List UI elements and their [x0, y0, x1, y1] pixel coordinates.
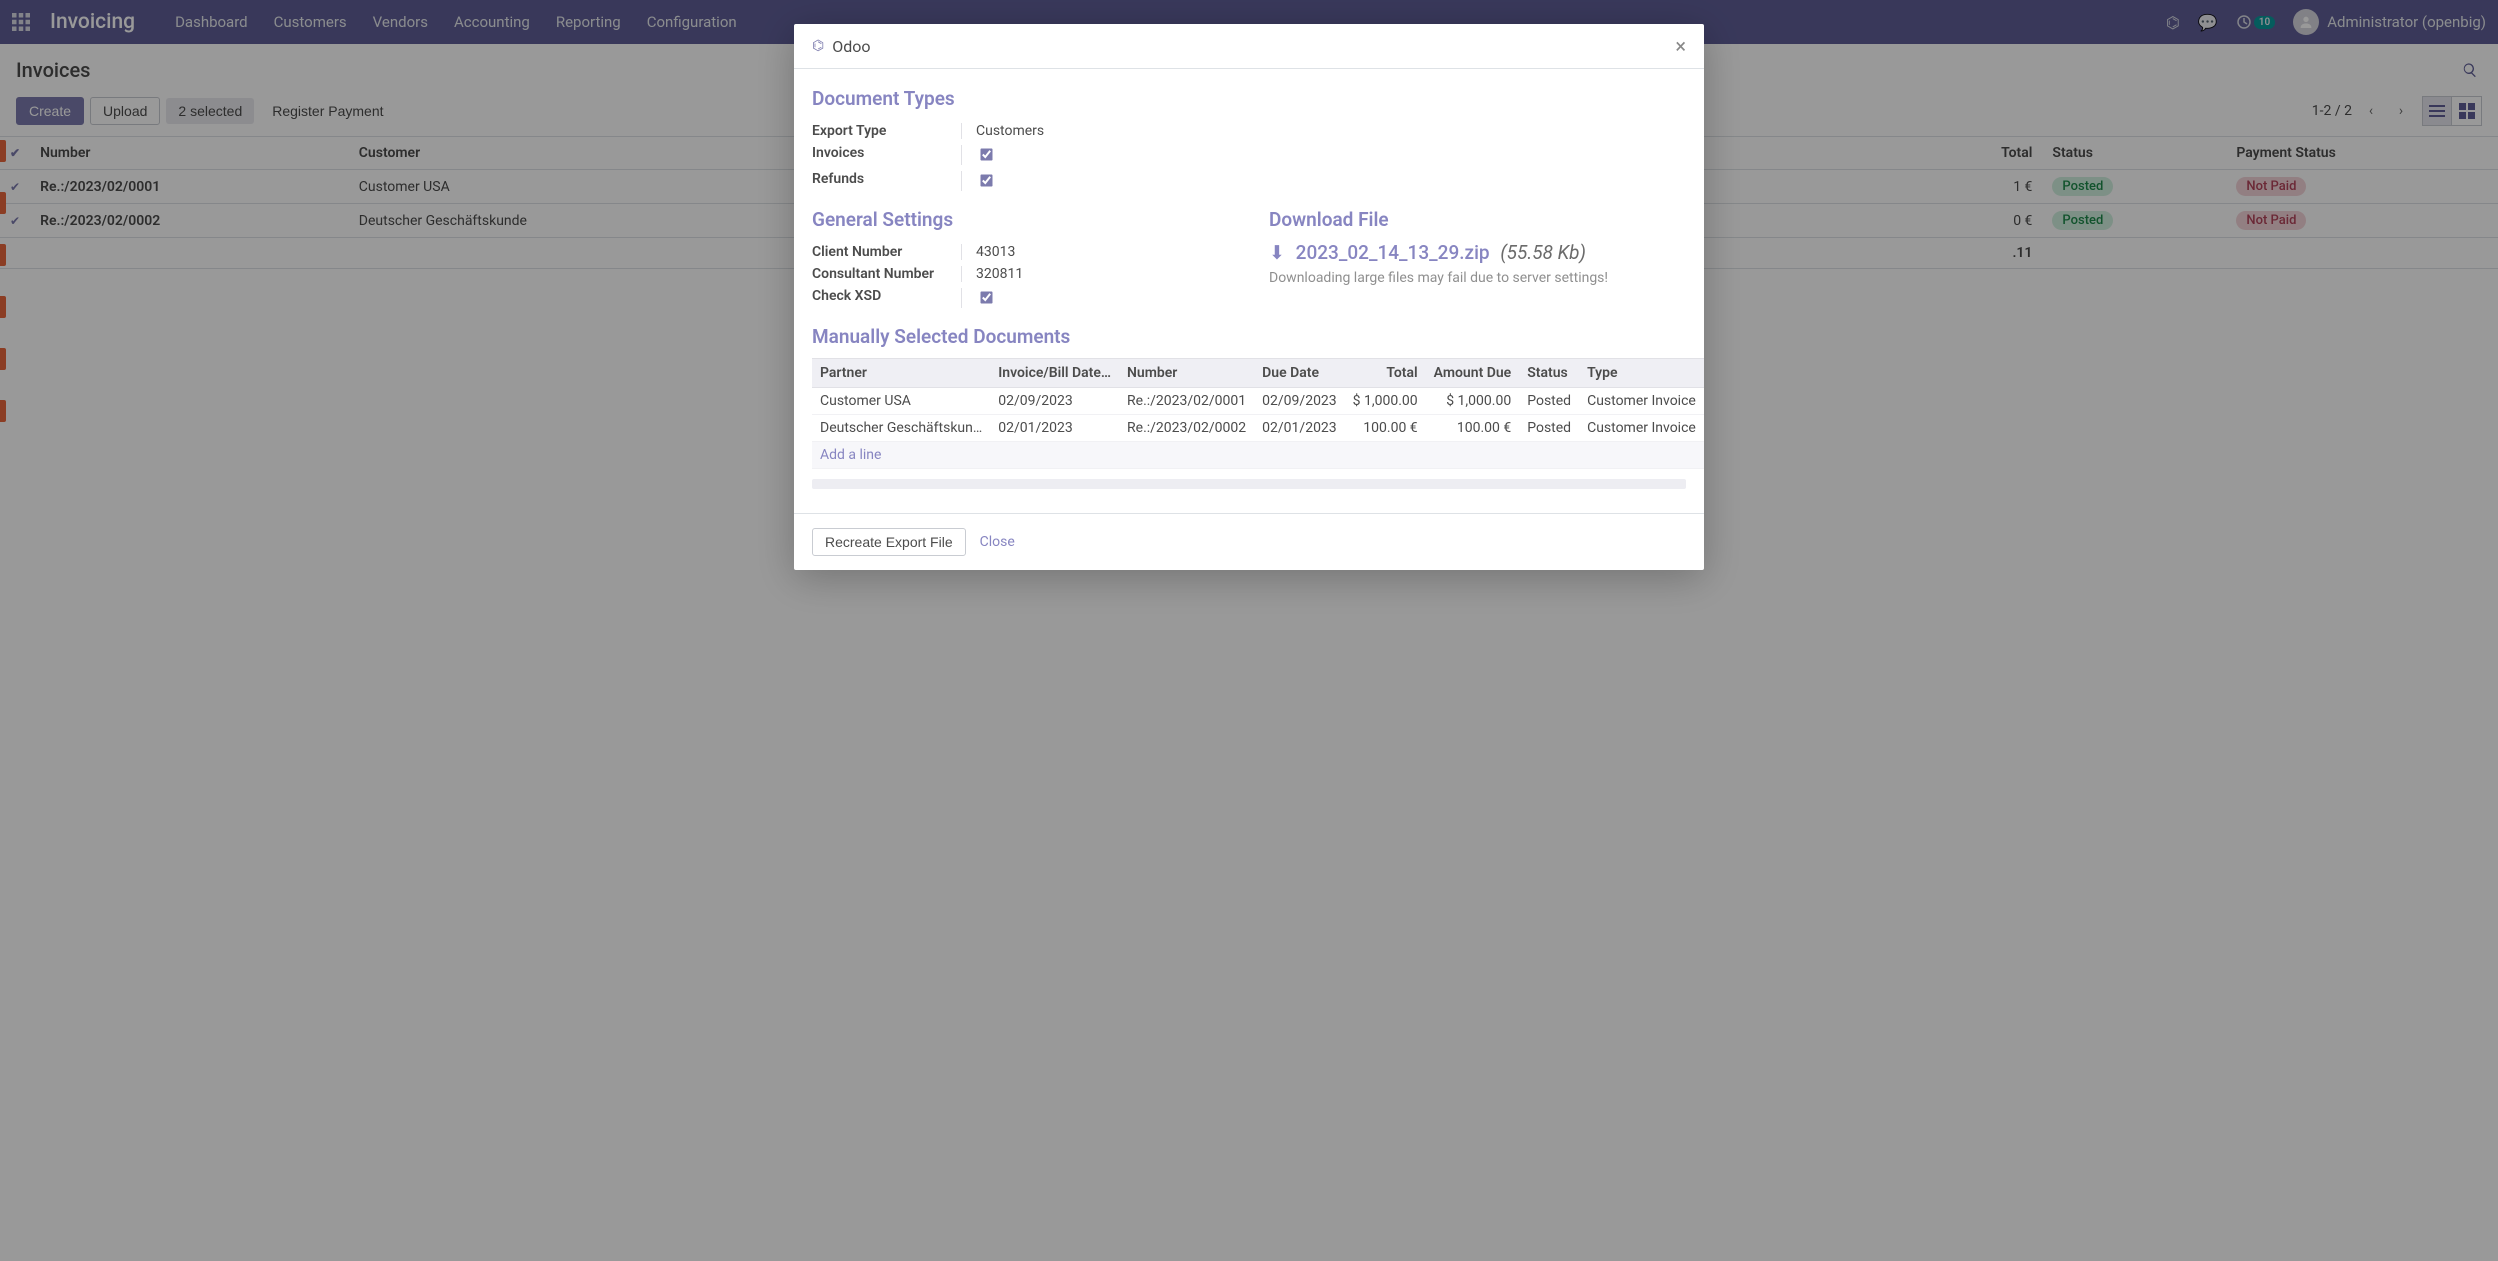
docs-col-partner[interactable]: Partner — [812, 359, 990, 388]
docs-cell-due: 02/01/2023 — [1254, 415, 1345, 442]
export-modal: ⌬ Odoo × Document Types Export Type Cust… — [794, 24, 1704, 570]
label-invoices: Invoices — [812, 145, 962, 165]
label-refunds: Refunds — [812, 171, 962, 191]
docs-cell-status: Posted — [1519, 388, 1579, 415]
label-consultant-number: Consultant Number — [812, 266, 962, 282]
docs-cell-type: Customer Invoice — [1579, 388, 1704, 415]
docs-cell-number: Re.:/2023/02/0002 — [1119, 415, 1254, 442]
modal-header: ⌬ Odoo × — [794, 24, 1704, 69]
docs-cell-date: 02/09/2023 — [990, 388, 1119, 415]
bug-icon: ⌬ — [812, 38, 824, 54]
docs-cell-due: 02/09/2023 — [1254, 388, 1345, 415]
add-line-label: Add a line — [812, 442, 1704, 469]
docs-horizontal-scrollbar[interactable] — [812, 479, 1686, 489]
docs-cell-type: Customer Invoice — [1579, 415, 1704, 442]
close-button[interactable]: Close — [980, 534, 1015, 550]
add-line-row[interactable]: Add a line — [812, 442, 1704, 469]
recreate-export-button[interactable]: Recreate Export File — [812, 528, 966, 556]
docs-cell-partner: Customer USA — [812, 388, 990, 415]
section-selected-docs: Manually Selected Documents — [812, 325, 1686, 348]
docs-cell-status: Posted — [1519, 415, 1579, 442]
docs-row[interactable]: Customer USA 02/09/2023 Re.:/2023/02/000… — [812, 388, 1704, 415]
docs-col-total[interactable]: Total — [1345, 359, 1426, 388]
docs-col-status[interactable]: Status — [1519, 359, 1579, 388]
docs-cell-total: 100.00 € — [1345, 415, 1426, 442]
label-check-xsd: Check XSD — [812, 288, 962, 308]
checkbox-invoices[interactable] — [980, 148, 992, 160]
docs-cell-total: $ 1,000.00 — [1345, 388, 1426, 415]
docs-col-invoice-date[interactable]: Invoice/Bill Date… — [990, 359, 1119, 388]
docs-row[interactable]: Deutscher Geschäftskun… 02/01/2023 Re.:/… — [812, 415, 1704, 442]
section-doc-types: Document Types — [812, 87, 1686, 110]
modal-title: Odoo — [832, 37, 870, 56]
label-export-type: Export Type — [812, 123, 962, 139]
docs-col-number[interactable]: Number — [1119, 359, 1254, 388]
download-icon: ⬇ — [1269, 241, 1285, 264]
docs-cell-amount-due: $ 1,000.00 — [1426, 388, 1520, 415]
docs-col-amount-due[interactable]: Amount Due — [1426, 359, 1520, 388]
docs-cell-date: 02/01/2023 — [990, 415, 1119, 442]
selected-docs-table: Partner Invoice/Bill Date… Number Due Da… — [812, 358, 1704, 469]
value-client-number: 43013 — [962, 244, 1015, 260]
value-export-type: Customers — [962, 123, 1044, 139]
value-consultant-number: 320811 — [962, 266, 1023, 282]
close-icon[interactable]: × — [1675, 36, 1686, 56]
section-download: Download File — [1269, 208, 1686, 231]
checkbox-check-xsd[interactable] — [980, 291, 992, 303]
modal-footer: Recreate Export File Close — [794, 513, 1704, 570]
download-hint: Downloading large files may fail due to … — [1269, 270, 1686, 286]
label-client-number: Client Number — [812, 244, 962, 260]
section-general: General Settings — [812, 208, 1229, 231]
docs-cell-amount-due: 100.00 € — [1426, 415, 1520, 442]
download-size: (55.58 Kb) — [1500, 241, 1586, 264]
checkbox-refunds[interactable] — [980, 174, 992, 186]
docs-cell-number: Re.:/2023/02/0001 — [1119, 388, 1254, 415]
download-link[interactable]: 2023_02_14_13_29.zip — [1296, 241, 1490, 264]
modal-backdrop: ⌬ Odoo × Document Types Export Type Cust… — [0, 0, 2498, 1261]
docs-col-due[interactable]: Due Date — [1254, 359, 1345, 388]
docs-cell-partner: Deutscher Geschäftskun… — [812, 415, 990, 442]
docs-col-type[interactable]: Type — [1579, 359, 1704, 388]
